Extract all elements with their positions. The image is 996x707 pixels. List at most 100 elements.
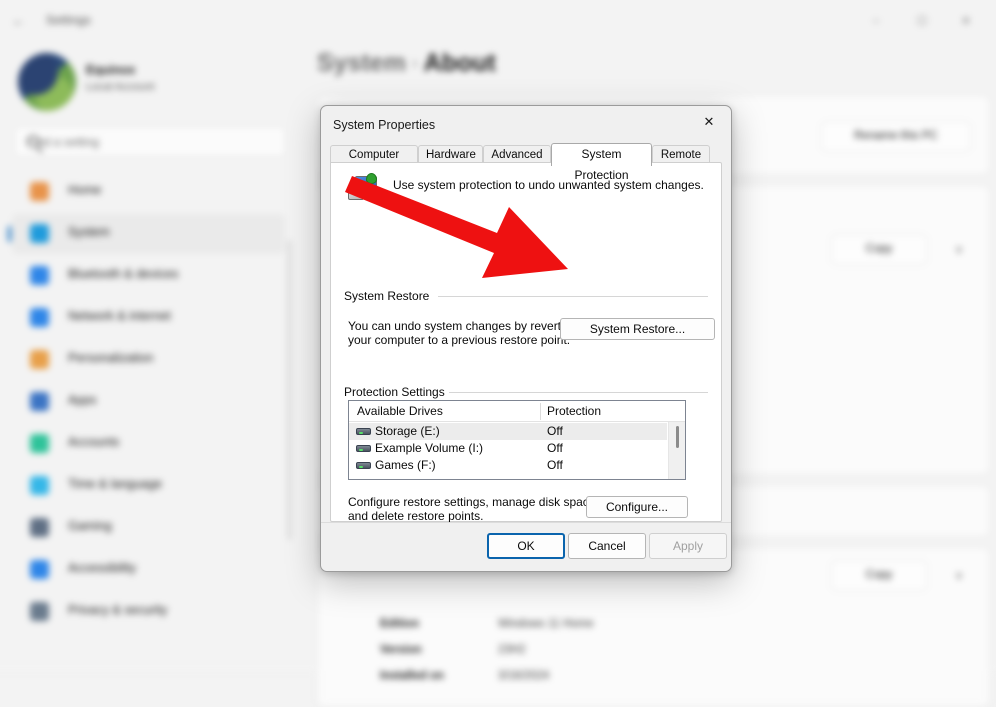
table-row[interactable]: Games (F:) Off — [349, 457, 667, 474]
system-icon — [30, 224, 49, 243]
spec-key: Edition — [380, 618, 419, 630]
ok-button[interactable]: OK — [487, 533, 565, 559]
panel-header-text: Use system protection to undo unwanted s… — [393, 178, 704, 192]
window-close-button[interactable]: ✕ — [944, 6, 988, 36]
sidebar-item-label: Network & internet — [68, 309, 171, 323]
dialog-title: System Properties — [333, 118, 436, 132]
sidebar-item-apps[interactable]: Apps — [12, 382, 285, 422]
breadcrumb-current: About — [423, 49, 496, 77]
accessibility-icon — [30, 560, 49, 579]
tab-system-protection[interactable]: System Protection — [551, 143, 652, 182]
sidebar-nav-list: Home System Bluetooth & devices Network … — [8, 170, 289, 671]
sidebar-item-label: Accounts — [68, 435, 120, 449]
sidebar-item-label: Gaming — [68, 519, 112, 533]
home-icon — [30, 182, 49, 201]
drive-protection: Off — [547, 458, 563, 472]
sidebar-item-label: Apps — [68, 393, 97, 407]
sidebar-item-system[interactable]: System — [8, 214, 285, 254]
sidebar-item-label: Personalization — [68, 351, 154, 365]
dialog-tabstrip: Computer Name Hardware Advanced System P… — [330, 143, 722, 182]
sidebar-item-network-internet[interactable]: Network & internet — [12, 298, 285, 338]
sidebar-item-label: Time & language — [68, 477, 163, 491]
sidebar-item-accessibility[interactable]: Accessibility — [12, 550, 285, 590]
chevron-down-icon-1[interactable]: ∨ — [955, 243, 963, 256]
configure-description-line1: Configure restore settings, manage disk … — [348, 495, 599, 509]
computer-shield-icon — [347, 173, 383, 203]
drive-name: Storage (E:) — [375, 424, 440, 438]
cancel-button[interactable]: Cancel — [568, 533, 646, 559]
drives-list-scrollbar[interactable] — [668, 422, 685, 479]
drive-icon — [356, 428, 371, 435]
gamepad-icon — [30, 518, 49, 537]
spec-value: Windows 11 Home — [498, 618, 594, 630]
bluetooth-icon — [30, 266, 49, 285]
paintbrush-icon — [30, 350, 49, 369]
available-drives-list[interactable]: Available Drives Protection Storage (E:)… — [348, 400, 686, 480]
drive-icon — [356, 445, 371, 452]
drive-icon — [356, 462, 371, 469]
close-icon: ✕ — [703, 114, 715, 129]
search-icon — [27, 135, 40, 148]
settings-window-title: Settings — [46, 13, 91, 27]
drive-name: Example Volume (I:) — [375, 441, 484, 455]
dialog-close-button[interactable]: ✕ — [687, 106, 731, 138]
network-icon — [30, 308, 49, 327]
spec-key: Installed on — [380, 670, 444, 682]
table-row[interactable]: Storage (E:) Off — [349, 423, 667, 440]
breadcrumb-parent[interactable]: System — [317, 49, 406, 77]
copy-button-1[interactable]: Copy — [831, 234, 927, 265]
window-minimize-button[interactable]: – — [854, 6, 898, 36]
sidebar-item-home[interactable]: Home — [12, 172, 285, 212]
sidebar-item-bluetooth-devices[interactable]: Bluetooth & devices — [12, 256, 285, 296]
drives-list-header: Available Drives Protection — [349, 401, 685, 422]
settings-titlebar: ← Settings – ☐ ✕ — [0, 0, 996, 40]
sidebar-item-privacy-security[interactable]: Privacy & security — [12, 592, 285, 632]
table-row[interactable]: Example Volume (I:) Off — [349, 440, 667, 457]
system-restore-button[interactable]: System Restore... — [560, 318, 715, 340]
sidebar-item-personalization[interactable]: Personalization — [12, 340, 285, 380]
sidebar-item-label: System — [68, 225, 110, 239]
configure-button[interactable]: Configure... — [586, 496, 688, 518]
sidebar-item-label: Bluetooth & devices — [68, 267, 179, 281]
breadcrumb: System › About — [317, 49, 496, 78]
breadcrumb-separator: › — [411, 53, 418, 72]
sidebar-item-accounts[interactable]: Accounts — [12, 424, 285, 464]
system-protection-panel: Use system protection to undo unwanted s… — [330, 162, 722, 569]
sidebar-item-label: Privacy & security — [68, 603, 168, 617]
sidebar-item-gaming[interactable]: Gaming — [12, 508, 285, 548]
apply-button[interactable]: Apply — [649, 533, 727, 559]
back-arrow-icon[interactable]: ← — [12, 14, 26, 28]
copy-button-2[interactable]: Copy — [831, 560, 927, 591]
account-name: Equinox — [86, 63, 136, 77]
account-subtitle: Local Account — [86, 81, 155, 93]
drive-name: Games (F:) — [375, 458, 436, 472]
spec-value: 23H2 — [498, 644, 526, 656]
sidebar-item-time-language[interactable]: Time & language — [12, 466, 285, 506]
chevron-down-icon-2[interactable]: ∨ — [955, 569, 963, 582]
spec-value: 3/16/2024 — [498, 670, 550, 682]
dialog-footer: OK Cancel Apply — [321, 522, 731, 571]
drive-protection: Off — [547, 441, 563, 455]
system-restore-description-line2: your computer to a previous restore poin… — [348, 333, 571, 347]
column-header-protection[interactable]: Protection — [547, 404, 601, 418]
system-properties-dialog: System Properties ✕ Computer Name Hardwa… — [320, 105, 732, 572]
search-input[interactable]: Find a setting — [14, 126, 286, 157]
shield-icon — [30, 602, 49, 621]
sidebar-scrollbar[interactable] — [288, 240, 291, 540]
spec-key: Version — [380, 644, 422, 656]
rename-this-pc-button[interactable]: Rename this PC — [821, 121, 971, 152]
protection-settings-group-label: Protection Settings — [344, 385, 451, 399]
system-restore-group-rule — [438, 296, 708, 297]
sidebar-item-label: Home — [68, 183, 102, 197]
window-maximize-button[interactable]: ☐ — [900, 6, 944, 36]
column-header-available-drives[interactable]: Available Drives — [357, 404, 443, 418]
system-restore-group-label: System Restore — [344, 289, 436, 303]
sidebar-item-label: Accessibility — [68, 561, 137, 575]
avatar — [18, 53, 76, 111]
settings-sidebar: Equinox Local Account Find a setting Hom… — [0, 40, 297, 671]
system-restore-description-line1: You can undo system changes by reverting — [348, 319, 578, 333]
drive-protection: Off — [547, 424, 563, 438]
clock-icon — [30, 476, 49, 495]
apps-icon — [30, 392, 49, 411]
protection-settings-group-rule — [449, 392, 708, 393]
